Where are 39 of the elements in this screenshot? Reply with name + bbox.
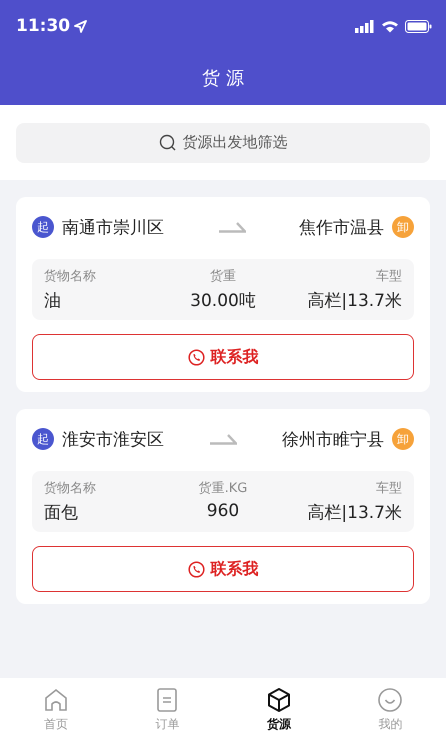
field-value: 30.00吨 [190, 290, 256, 312]
start-badge: 起 [32, 428, 54, 450]
field-label: 货物名称 [44, 268, 97, 285]
tab-bar-item[interactable]: 货源 [223, 686, 334, 748]
field-label: 货重 [210, 268, 236, 285]
unload-badge: 卸 [392, 428, 414, 450]
tab-bar-item[interactable]: 首页 [0, 686, 112, 748]
destination-city: 焦作市温县 [299, 216, 384, 238]
unload-badge: 卸 [392, 216, 414, 238]
contact-button[interactable]: 联系我 [32, 334, 414, 380]
home-icon [42, 687, 69, 713]
field-value: 高栏|13.7米 [307, 502, 402, 524]
origin-city: 淮安市淮安区 [62, 428, 164, 450]
page-title: 货 源 [202, 66, 244, 90]
location-arrow-icon [74, 20, 88, 32]
search-icon [158, 134, 176, 152]
phone-icon [188, 348, 204, 366]
start-badge: 起 [32, 216, 54, 238]
field-label: 货重.KG [198, 480, 248, 497]
search-field[interactable]: 货源出发地筛选 [16, 122, 430, 162]
cube-icon [266, 687, 292, 713]
battery-icon [405, 20, 432, 32]
field-value: 面包 [44, 502, 79, 524]
origin-city: 南通市崇川区 [62, 216, 164, 238]
signal-icon [355, 20, 375, 32]
tab-bar-item[interactable]: 我的 [334, 686, 446, 748]
field-value: 油 [44, 290, 62, 312]
field-label: 货物名称 [44, 480, 97, 497]
phone-icon [188, 560, 204, 578]
wifi-icon [381, 20, 399, 32]
destination-city: 徐州市睢宁县 [282, 428, 384, 450]
smiley-icon [377, 687, 404, 713]
tab-bar-item[interactable]: 订单 [112, 686, 223, 748]
status-time: 11:30 [16, 16, 70, 36]
field-value: 960 [206, 501, 240, 521]
field-label: 车型 [376, 480, 402, 497]
field-label: 车型 [376, 268, 402, 285]
field-value: 高栏|13.7米 [307, 290, 402, 312]
contact-button[interactable]: 联系我 [32, 546, 414, 592]
